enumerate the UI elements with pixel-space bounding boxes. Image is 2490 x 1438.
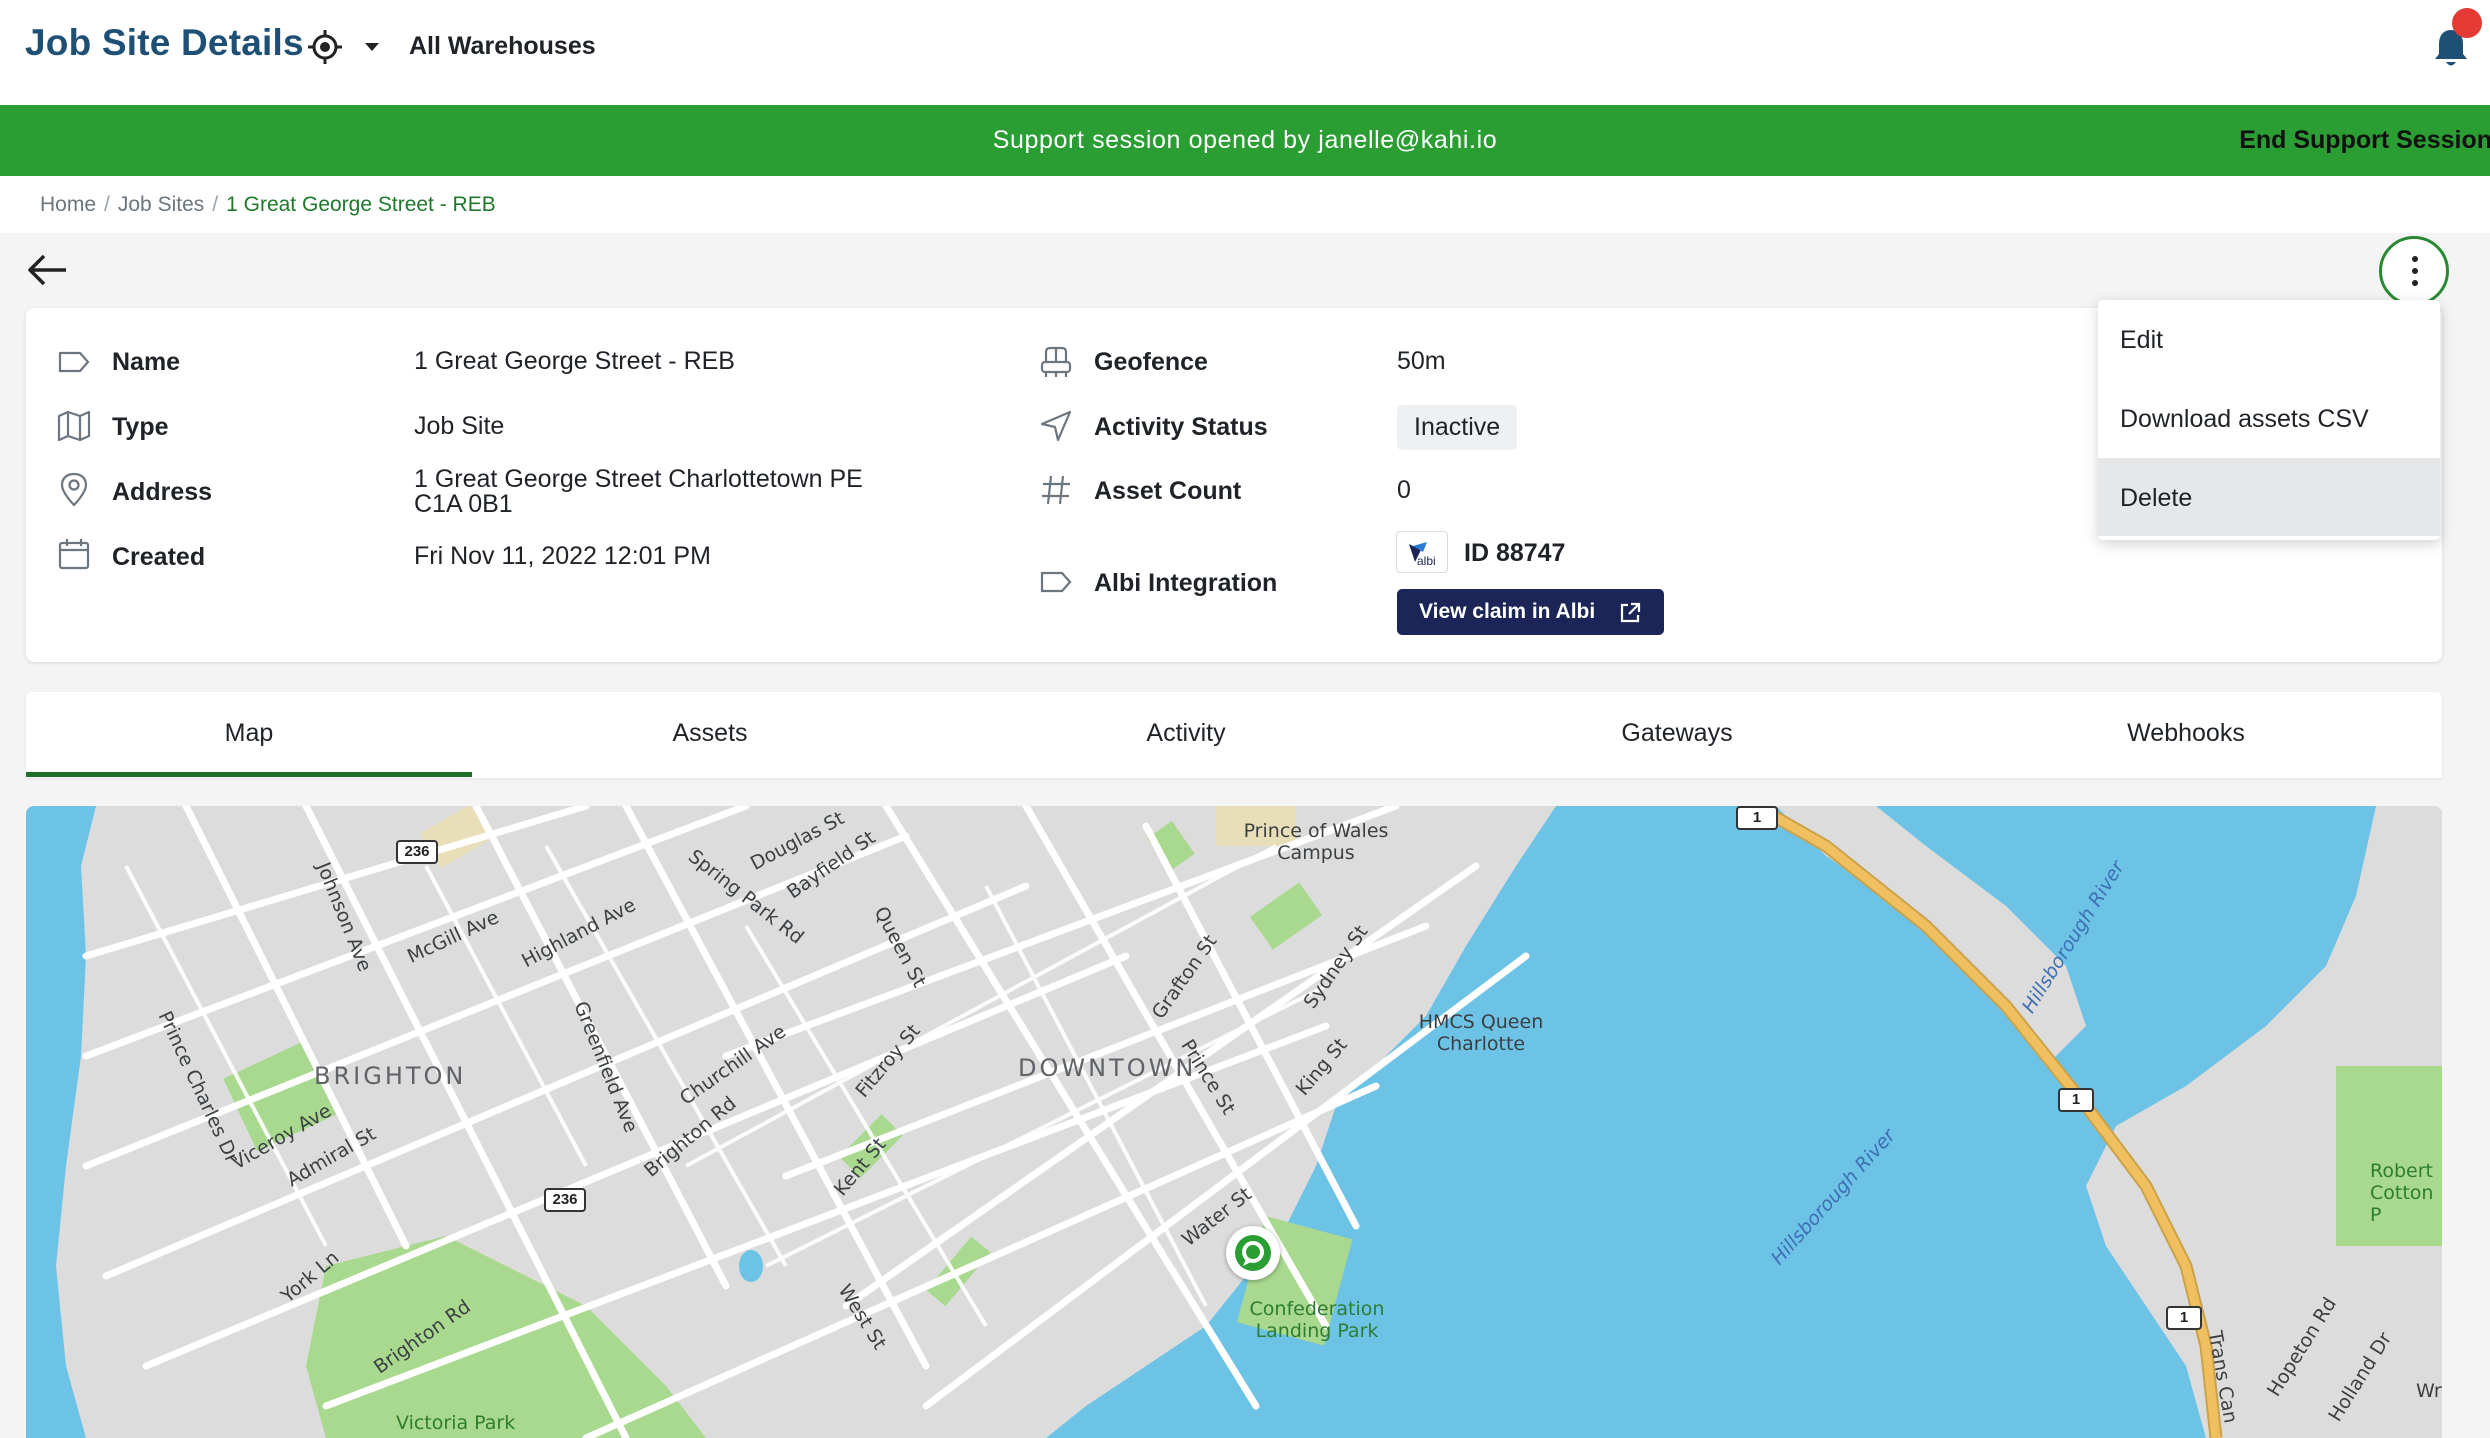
back-arrow-icon[interactable] bbox=[26, 253, 68, 287]
activity-status-label: Activity Status bbox=[1094, 413, 1268, 441]
geofence-icon bbox=[1040, 346, 1072, 377]
created-label: Created bbox=[112, 543, 206, 571]
tab-map[interactable]: Map bbox=[26, 692, 472, 778]
more-dot-icon bbox=[2412, 268, 2418, 274]
tab-webhooks[interactable]: Webhooks bbox=[1930, 692, 2442, 778]
address-line2: C1A 0B1 bbox=[414, 490, 513, 518]
map-district-label: DOWNTOWN bbox=[1018, 1054, 1197, 1082]
name-label: Name bbox=[112, 348, 181, 376]
geofence-value: 50m bbox=[1397, 347, 1446, 375]
breadcrumb-separator: / bbox=[104, 193, 110, 216]
map-park-label: Robert Cotton P bbox=[2370, 1160, 2434, 1226]
menu-item-edit[interactable]: Edit bbox=[2098, 300, 2440, 378]
albi-logo-text: albi bbox=[1417, 554, 1436, 568]
menu-item-download-assets-csv[interactable]: Download assets CSV bbox=[2098, 379, 2440, 457]
options-menu: Edit Download assets CSV Delete bbox=[2098, 300, 2440, 540]
view-claim-in-albi-button[interactable]: View claim in Albi bbox=[1397, 589, 1664, 635]
external-link-icon bbox=[1620, 602, 1641, 623]
menu-item-delete[interactable]: Delete bbox=[2098, 458, 2440, 536]
view-claim-label: View claim in Albi bbox=[1419, 600, 1596, 623]
map-canvas[interactable] bbox=[26, 806, 2442, 1438]
address-line1: 1 Great George Street Charlottetown PE bbox=[414, 465, 863, 493]
breadcrumb-home[interactable]: Home bbox=[40, 193, 96, 216]
job-site-details-card: Name 1 Great George Street - REB Type Jo… bbox=[26, 308, 2442, 662]
map-district-label: BRIGHTON bbox=[314, 1062, 467, 1090]
top-bar: Job Site Details All Warehouses bbox=[0, 0, 2490, 105]
page-title: Job Site Details bbox=[25, 22, 304, 63]
more-dot-icon bbox=[2412, 280, 2418, 286]
marker-glyph-icon bbox=[1235, 1235, 1271, 1271]
type-value: Job Site bbox=[414, 412, 505, 440]
support-message: Support session opened by janelle@kahi.i… bbox=[992, 126, 1498, 154]
job-site-marker-icon[interactable] bbox=[1226, 1226, 1280, 1280]
map-park-label: Confederation Landing Park bbox=[1249, 1298, 1385, 1342]
albi-integration-label: Albi Integration bbox=[1094, 569, 1278, 597]
map-place-label: Prince of Wales Campus bbox=[1243, 820, 1389, 864]
end-support-session-button[interactable]: End Support Session bbox=[2239, 126, 2490, 155]
breadcrumb-separator: / bbox=[212, 193, 219, 216]
breadcrumb-job-sites[interactable]: Job Sites bbox=[118, 193, 204, 216]
warehouse-selector[interactable]: All Warehouses bbox=[409, 32, 596, 61]
breadcrumb-current: 1 Great George Street - REB bbox=[226, 193, 496, 216]
asset-count-value: 0 bbox=[1397, 476, 1411, 504]
chevron-down-icon[interactable] bbox=[362, 40, 382, 54]
map-place-label: HMCS Queen Charlotte bbox=[1418, 1011, 1544, 1055]
active-tab-indicator bbox=[26, 772, 472, 777]
albi-logo: albi bbox=[1396, 531, 1448, 573]
name-value: 1 Great George Street - REB bbox=[414, 347, 735, 375]
more-options-button[interactable] bbox=[2379, 236, 2449, 306]
type-label: Type bbox=[112, 413, 169, 441]
hash-icon bbox=[1042, 475, 1070, 505]
tag-icon bbox=[1040, 571, 1072, 593]
crosshair-location-icon[interactable] bbox=[308, 30, 342, 64]
route-shield: 236 bbox=[396, 840, 438, 864]
activity-status-badge: Inactive bbox=[1397, 405, 1518, 450]
map-park-label: Victoria Park bbox=[396, 1412, 516, 1434]
job-site-map[interactable]: BRIGHTON DOWNTOWN Johnson Ave McGill Ave… bbox=[26, 806, 2442, 1438]
navigation-arrow-icon bbox=[1040, 410, 1072, 442]
location-pin-icon bbox=[60, 472, 88, 507]
tab-bar: Map Assets Activity Gateways Webhooks bbox=[26, 692, 2442, 778]
tab-gateways[interactable]: Gateways bbox=[1424, 692, 1930, 778]
breadcrumb: Home / Job Sites / 1 Great George Street - R… bbox=[40, 193, 496, 217]
map-icon bbox=[57, 410, 91, 442]
calendar-icon bbox=[58, 539, 90, 570]
created-value: Fri Nov 11, 2022 12:01 PM bbox=[414, 542, 711, 570]
notification-badge bbox=[2452, 8, 2482, 38]
tag-icon bbox=[58, 351, 90, 373]
geofence-label: Geofence bbox=[1094, 348, 1208, 376]
asset-count-label: Asset Count bbox=[1094, 477, 1242, 505]
tab-activity[interactable]: Activity bbox=[948, 692, 1424, 778]
route-shield: 1 bbox=[2058, 1088, 2094, 1112]
route-shield: 1 bbox=[1736, 806, 1778, 830]
address-label: Address bbox=[112, 478, 213, 506]
support-banner: Support session opened by janelle@kahi.i… bbox=[0, 105, 2490, 176]
tab-assets[interactable]: Assets bbox=[472, 692, 948, 778]
more-dot-icon bbox=[2412, 256, 2418, 262]
route-shield: 1 bbox=[2166, 1306, 2202, 1330]
breadcrumb-bar: Home / Job Sites / 1 Great George Street - R… bbox=[0, 176, 2490, 233]
route-shield: 236 bbox=[544, 1188, 586, 1212]
map-street-label: Wr bbox=[2416, 1380, 2442, 1402]
albi-claim-id: ID 88747 bbox=[1464, 539, 1566, 567]
